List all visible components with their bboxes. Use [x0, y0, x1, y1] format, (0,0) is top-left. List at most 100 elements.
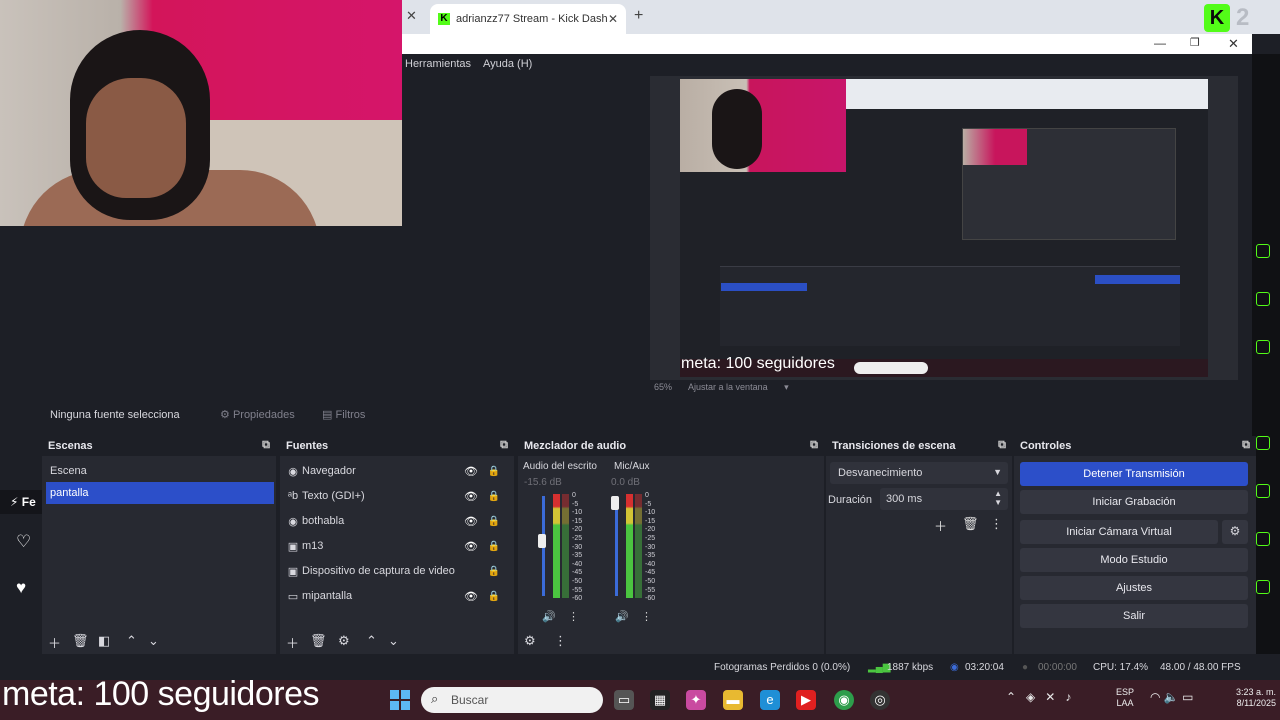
system-tray[interactable]: ⌃ ◈ ✕ ♪ [1006, 690, 1071, 704]
copilot-icon[interactable]: ✦ [686, 690, 706, 710]
more-options-icon[interactable]: ⋮ [990, 516, 1003, 532]
volume-fader[interactable] [615, 496, 618, 596]
move-up-icon[interactable]: ⌃ [126, 633, 137, 649]
speaker-icon[interactable]: 🔊 [615, 610, 629, 623]
source-item[interactable]: ▣ Dispositivo de captura de video 🔒 [286, 558, 506, 580]
heart-outline-icon[interactable]: ♡ [16, 532, 31, 552]
studio-mode-button[interactable]: Modo Estudio [1020, 548, 1248, 572]
undock-icon[interactable]: ⧉ [500, 439, 508, 452]
gear-icon[interactable]: ⚙ [1222, 520, 1248, 544]
lock-icon[interactable]: 🔒 [488, 566, 500, 577]
lock-icon[interactable]: 🔒 [488, 491, 500, 502]
audio-mixer-dock: Mezclador de audio ⧉ Audio del escrito Mi… [518, 436, 824, 654]
fader-knob[interactable] [611, 496, 619, 510]
undock-icon[interactable]: ⧉ [1242, 439, 1250, 452]
minimize-icon[interactable]: — [1154, 36, 1166, 50]
undock-icon[interactable]: ⧉ [998, 439, 1006, 452]
fader-knob[interactable] [538, 533, 546, 548]
scene-item-active[interactable]: pantalla [46, 482, 274, 504]
wifi-volume-icons[interactable]: ◠ 🔈 ▭ [1150, 690, 1193, 704]
chrome-icon[interactable]: ◉ [834, 690, 854, 710]
undock-icon[interactable]: ⧉ [810, 439, 818, 452]
new-tab-icon[interactable]: + [634, 7, 643, 25]
kick-tool-icon[interactable] [1256, 292, 1270, 306]
browser-tab[interactable]: K adrianzz77 Stream - Kick Dashb ✕ [430, 4, 626, 34]
lock-icon[interactable]: 🔒 [488, 591, 500, 602]
camera-icon: ▣ [287, 565, 299, 578]
close-tab-icon[interactable]: ✕ [406, 8, 417, 24]
trash-icon[interactable]: 🗑 [310, 633, 327, 649]
speaker-icon[interactable]: 🔊 [542, 610, 556, 623]
spinner-icon[interactable]: ▲ ▼ [994, 489, 1002, 507]
trash-icon[interactable]: 🗑 [72, 633, 89, 649]
settings-button[interactable]: Ajustes [1020, 576, 1248, 600]
undock-icon[interactable]: ⧉ [262, 439, 270, 452]
meter-scale-tick: -5 [572, 500, 579, 508]
heart-filled-icon[interactable]: ♥ [16, 578, 26, 598]
kick-tool-icon[interactable] [1256, 244, 1270, 258]
lock-icon[interactable]: 🔒 [488, 466, 500, 477]
system-clock[interactable]: 3:23 a. m. 8/11/2025 [1218, 687, 1276, 709]
obs-preview[interactable]: meta: 100 seguidores [650, 76, 1238, 380]
folder-icon[interactable]: ▬ [723, 690, 743, 710]
kick-tool-icon[interactable] [1256, 340, 1270, 354]
source-item[interactable]: ▭ mipantalla 👁 🔒 [286, 583, 506, 605]
exit-button[interactable]: Salir [1020, 604, 1248, 628]
eye-icon[interactable]: 👁 [464, 590, 478, 603]
kick-tool-icon[interactable] [1256, 484, 1270, 498]
start-recording-button[interactable]: Iniciar Grabación [1020, 490, 1248, 514]
properties-button[interactable]: ⚙ Propiedades [220, 408, 295, 421]
move-up-icon[interactable]: ⌃ [366, 633, 377, 649]
obs-menu-bar: Herramientas Ayuda (H) [402, 54, 1252, 74]
windows-start-icon[interactable] [390, 690, 410, 710]
transition-select[interactable]: Desvanecimiento ▼ [830, 462, 1008, 484]
chevron-down-icon[interactable]: ▾ [784, 382, 789, 392]
lock-icon[interactable]: 🔒 [488, 516, 500, 527]
trash-icon[interactable]: 🗑 [962, 516, 979, 532]
more-options-icon[interactable]: ⋮ [568, 610, 579, 623]
task-view-icon[interactable]: ▭ [614, 690, 634, 710]
eye-icon[interactable]: 👁 [464, 515, 478, 528]
source-item[interactable]: ◉ bothabla 👁 🔒 [286, 508, 506, 530]
gear-icon[interactable]: ⚙ [524, 633, 536, 649]
recording-time: 00:00:00 [1038, 662, 1077, 673]
taskbar-search[interactable]: ⌕ Buscar [421, 687, 603, 713]
filters-button[interactable]: ▤ Filtros [322, 408, 365, 421]
kick-tool-icon[interactable] [1256, 580, 1270, 594]
move-down-icon[interactable]: ⌄ [388, 633, 399, 649]
scene-item[interactable]: Escena [46, 460, 274, 482]
youtube-icon[interactable]: ▶ [796, 690, 816, 710]
stop-stream-button[interactable]: Detener Transmisión [1020, 462, 1248, 486]
kick-tool-icon[interactable] [1256, 532, 1270, 546]
eye-icon[interactable]: 👁 [464, 540, 478, 553]
source-item[interactable]: ▣ m13 👁 🔒 [286, 533, 506, 555]
close-window-icon[interactable]: ✕ [1228, 36, 1239, 52]
add-icon[interactable]: ＋ [286, 633, 299, 652]
lock-icon[interactable]: 🔒 [488, 541, 500, 552]
close-tab-icon[interactable]: ✕ [608, 12, 618, 26]
maximize-icon[interactable]: ❐ [1190, 36, 1200, 49]
store-icon[interactable]: ▦ [650, 690, 670, 710]
source-item[interactable]: ᵃb Texto (GDI+) 👁 🔒 [286, 483, 506, 505]
kick-tool-icon[interactable] [1256, 436, 1270, 450]
more-options-icon[interactable]: ⋮ [641, 610, 652, 623]
menu-tools[interactable]: Herramientas [405, 58, 471, 70]
fit-window-select[interactable]: Ajustar a la ventana [688, 382, 768, 392]
edge-icon[interactable]: e [760, 690, 780, 710]
filter-icon[interactable]: ◧ [98, 633, 110, 649]
cpu-usage: CPU: 17.4% [1093, 662, 1149, 673]
obs-icon[interactable]: ◎ [870, 690, 890, 710]
eye-icon[interactable]: 👁 [464, 490, 478, 503]
more-options-icon[interactable]: ⋮ [554, 633, 567, 649]
add-icon[interactable]: ＋ [48, 633, 61, 652]
virtual-camera-button[interactable]: Iniciar Cámara Virtual [1020, 520, 1218, 544]
eye-icon[interactable]: 👁 [464, 465, 478, 478]
source-item[interactable]: ◉ Navegador 👁 🔒 [286, 458, 506, 480]
language-indicator[interactable]: ESP LAA [1116, 687, 1134, 709]
menu-help[interactable]: Ayuda (H) [483, 58, 532, 70]
duration-input[interactable]: 300 ms ▲ ▼ [880, 488, 1008, 510]
gear-icon[interactable]: ⚙ [338, 633, 350, 649]
move-down-icon[interactable]: ⌄ [148, 633, 159, 649]
add-icon[interactable]: ＋ [934, 516, 947, 535]
channel-db: 0.0 dB [611, 477, 640, 488]
